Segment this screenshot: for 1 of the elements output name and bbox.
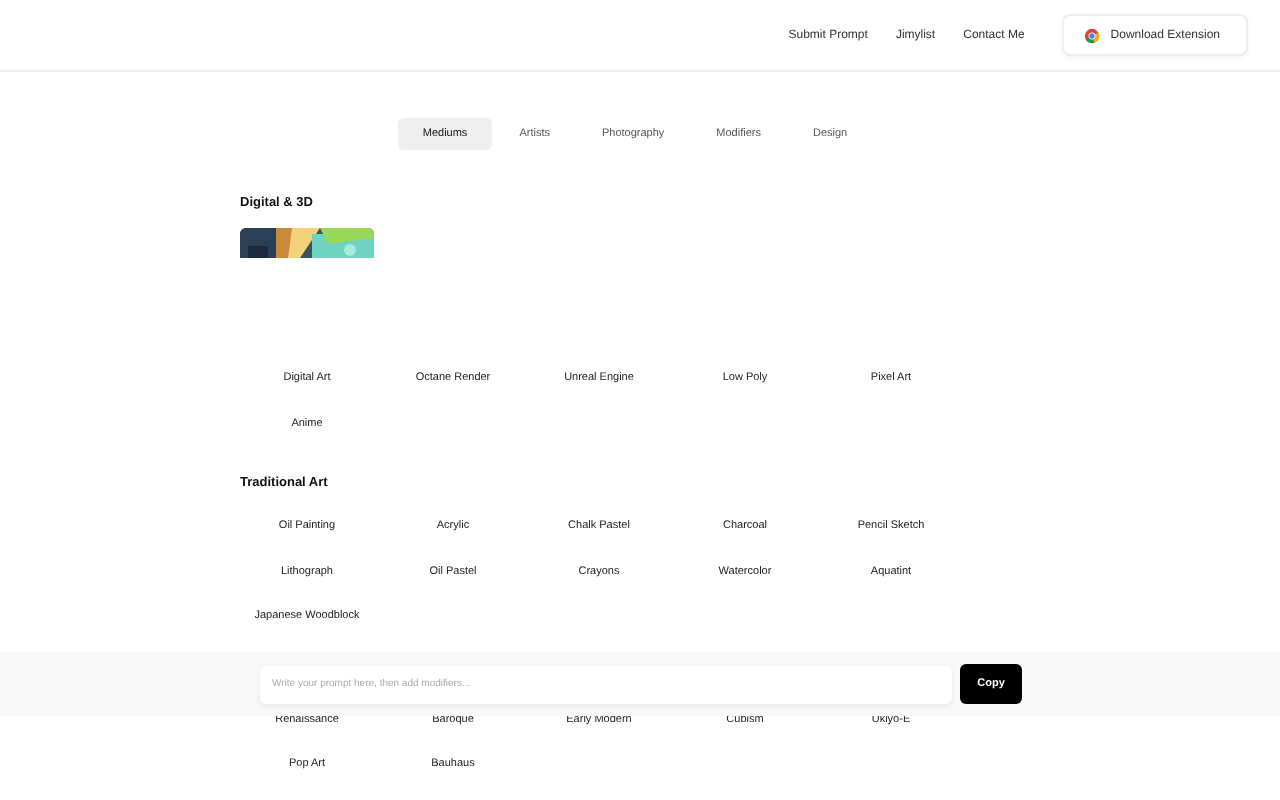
browser-logo-icon <box>1084 27 1101 43</box>
